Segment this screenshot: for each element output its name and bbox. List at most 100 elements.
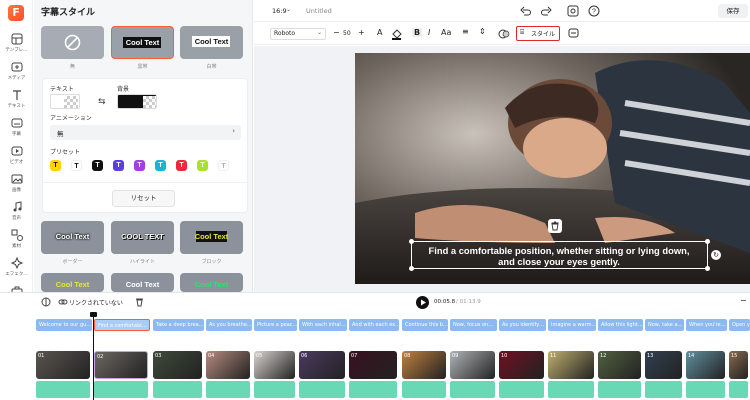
reset-button[interactable]: リセット <box>112 190 175 207</box>
help-icon[interactable]: ? <box>588 5 600 17</box>
rail-item-elements[interactable]: 素材 <box>0 228 33 256</box>
aspect-ratio-select[interactable]: 16:9 <box>272 7 287 15</box>
bold-button[interactable]: B <box>412 28 423 37</box>
audio-clip[interactable] <box>153 381 202 398</box>
video-clip[interactable]: 13 <box>645 351 682 379</box>
trash-icon[interactable] <box>135 297 144 307</box>
video-clip[interactable]: 07 <box>349 351 397 379</box>
video-clip[interactable]: 06 <box>299 351 345 379</box>
preset-swatch[interactable]: T <box>113 160 124 171</box>
audio-clip[interactable] <box>729 381 748 398</box>
save-button[interactable]: 保存 <box>718 4 748 18</box>
rail-item-music[interactable]: 音声 <box>0 200 33 228</box>
audio-clip[interactable] <box>450 381 495 398</box>
delete-text-button[interactable] <box>548 219 562 233</box>
audio-clip[interactable] <box>402 381 446 398</box>
caption-settings-icon[interactable] <box>568 28 579 39</box>
video-clip[interactable]: 03 <box>153 351 202 379</box>
video-clip[interactable]: 05 <box>254 351 295 379</box>
video-clip[interactable]: 11 <box>548 351 594 379</box>
audio-clip[interactable] <box>349 381 397 398</box>
caption-chip[interactable]: Now, take a… <box>645 319 684 331</box>
preset-swatch[interactable]: T <box>176 160 187 171</box>
style-white-band[interactable]: Cool Text <box>180 26 243 59</box>
caption-chip[interactable]: Welcome to our gu… <box>36 319 92 331</box>
italic-button[interactable]: I <box>428 28 430 37</box>
rail-item-image[interactable]: 画像 <box>0 172 33 200</box>
opacity-icon[interactable] <box>498 28 510 40</box>
video-clip[interactable]: 01 <box>36 351 90 379</box>
caption-chip[interactable]: Take a deep brea… <box>153 319 204 331</box>
audio-clip[interactable] <box>94 381 148 398</box>
text-case-button[interactable]: Aa <box>441 28 451 37</box>
audio-clip[interactable] <box>254 381 295 398</box>
audio-clip[interactable] <box>686 381 725 398</box>
caption-chip[interactable]: With each inhal… <box>299 319 347 331</box>
audio-clip[interactable] <box>499 381 544 398</box>
caption-chip[interactable]: Allow this light… <box>598 319 643 331</box>
audio-clip[interactable] <box>299 381 345 398</box>
video-clip[interactable]: 04 <box>206 351 250 379</box>
preset-swatch[interactable]: T <box>218 160 229 171</box>
screenshot-icon[interactable] <box>567 5 579 17</box>
playhead-handle[interactable] <box>90 312 97 317</box>
preset-swatch[interactable]: T <box>134 160 145 171</box>
fill-bucket-icon[interactable] <box>391 28 402 40</box>
effect-extra-3[interactable]: Cool Text <box>180 273 243 292</box>
caption-chip[interactable]: Imagine a warm… <box>548 319 596 331</box>
style-none[interactable] <box>41 26 104 59</box>
video-clip[interactable]: 08 <box>402 351 446 379</box>
text-color-swatch[interactable] <box>50 94 80 109</box>
caption-chip[interactable]: Now, focus on… <box>450 319 497 331</box>
unlink-label[interactable]: リンクされていない <box>69 298 123 307</box>
split-view-icon[interactable] <box>41 297 51 307</box>
font-size-value[interactable]: 50 <box>343 30 351 37</box>
rail-item-video[interactable]: ビデオ <box>0 144 33 172</box>
audio-clip[interactable] <box>598 381 641 398</box>
background-color-swatch[interactable] <box>117 94 157 109</box>
undo-icon[interactable] <box>520 6 531 16</box>
audio-clip[interactable] <box>645 381 682 398</box>
animation-select[interactable]: 無 › <box>50 125 241 140</box>
effect-border[interactable]: Cool Text <box>41 221 104 254</box>
preset-swatch[interactable]: T <box>92 160 103 171</box>
video-clip[interactable]: 10 <box>499 351 544 379</box>
caption-chip[interactable]: Find a comfortabl… <box>94 319 150 331</box>
preset-swatch[interactable]: T <box>197 160 208 171</box>
caption-chip[interactable]: As you identify… <box>499 319 546 331</box>
style-button[interactable]: ⌸ スタイル <box>516 26 560 41</box>
preset-swatch[interactable]: T <box>155 160 166 171</box>
effect-highlight[interactable]: COOL TEXT <box>111 221 174 254</box>
link-icon[interactable] <box>58 297 68 307</box>
audio-clip[interactable] <box>548 381 594 398</box>
effect-block[interactable]: Cool Text <box>180 221 243 254</box>
app-logo[interactable]: F <box>8 5 24 21</box>
swap-colors-icon[interactable]: ⇆ <box>98 97 106 107</box>
video-clip[interactable]: 09 <box>450 351 495 379</box>
video-preview[interactable]: Find a comfortable position, whether sit… <box>355 53 750 284</box>
rail-item-media[interactable]: メディア <box>0 60 33 88</box>
video-clip[interactable]: 14 <box>686 351 725 379</box>
project-title[interactable]: Untitled <box>306 7 332 15</box>
video-clip[interactable]: 15 <box>729 351 748 379</box>
zoom-out-icon[interactable]: − <box>740 296 747 305</box>
preset-swatch[interactable]: T <box>71 160 82 171</box>
caption-chip[interactable]: As you breathe… <box>206 319 252 331</box>
caption-chip[interactable]: When you're… <box>686 319 727 331</box>
caption-chip[interactable]: Continue this b… <box>402 319 448 331</box>
rail-item-effects[interactable]: エフェク… <box>0 256 33 284</box>
caption-chip[interactable]: Open y… <box>729 319 750 331</box>
rotate-handle-icon[interactable]: ↻ <box>711 250 721 260</box>
caption-text-box[interactable]: Find a comfortable position, whether sit… <box>409 239 710 271</box>
redo-icon[interactable] <box>541 6 552 16</box>
text-color-icon[interactable]: A <box>377 28 382 37</box>
line-spacing-icon[interactable]: ⇕ <box>479 27 486 36</box>
font-size-increase-button[interactable]: + <box>358 28 365 37</box>
font-select[interactable]: Roboto ⌄ <box>270 28 326 40</box>
playhead[interactable] <box>93 313 94 400</box>
style-black-band[interactable]: Cool Text <box>111 26 174 59</box>
effect-extra-1[interactable]: Cool Text <box>41 273 104 292</box>
play-button[interactable] <box>416 296 429 309</box>
rail-item-subtitle[interactable]: 字幕 <box>0 116 33 144</box>
audio-clip[interactable] <box>36 381 90 398</box>
